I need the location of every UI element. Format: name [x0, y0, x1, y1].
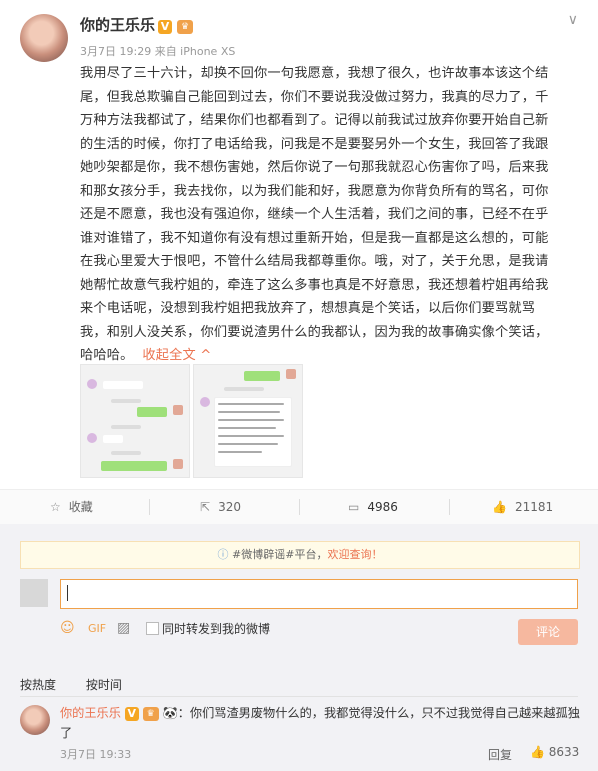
- author-badges: V ♛: [158, 16, 194, 35]
- vip-badge-icon: ♛: [177, 19, 194, 34]
- post-body: 我用尽了三十六计，却换不回你一句我愿意，我想了很久，也许故事本该这个结 尾，但我…: [80, 62, 580, 368]
- like-count: 21181: [514, 500, 554, 514]
- vip-badge-icon: ♛: [142, 706, 159, 721]
- gif-icon[interactable]: GIF: [88, 622, 106, 635]
- post-line-end: 哈哈哈。: [80, 348, 134, 363]
- notice-link[interactable]: 欢迎查询！: [327, 548, 382, 561]
- comment-button[interactable]: ▭ 4986: [348, 490, 398, 524]
- panda-icon: 🐼: [162, 706, 178, 720]
- share-icon: ⇱: [200, 500, 211, 514]
- verified-badge: V: [158, 19, 172, 34]
- thumbs-up-icon: 👍: [530, 745, 545, 759]
- post-line: 来个电话呢，没想到我柠姐把我放弃了，想想真是个笑话，以后你们要骂就骂: [80, 301, 536, 316]
- comment-sort-tabs: 按热度 按时间: [20, 676, 148, 693]
- comment-like-button[interactable]: 👍 8633: [530, 745, 579, 759]
- post-meta: 3月7日 19:29 来自 iPhone XS: [80, 45, 236, 58]
- tab-sort-time[interactable]: 按时间: [86, 678, 122, 692]
- post-line: 她吵架都是你，我不想伤害她，然后你说了一句那我就忍心伤害你了吗，后来我: [80, 160, 549, 175]
- collapse-text-link[interactable]: 收起全文 ^: [142, 348, 211, 363]
- post-action-bar: ☆ 收藏 ⇱ 320 ▭ 4986 👍 21181: [0, 489, 598, 525]
- repost-button[interactable]: ⇱ 320: [200, 490, 241, 524]
- author-avatar[interactable]: [20, 14, 68, 62]
- post-line: 我用尽了三十六计，却换不回你一句我愿意，我想了很久，也许故事本该这个结: [80, 66, 549, 81]
- forward-label: 同时转发到我的微博: [162, 622, 271, 636]
- post-line: 还是不愿意，我也没有强迫你，继续一个人生活着，我们之间的事，已经不在乎: [80, 207, 549, 222]
- verified-badge: V: [124, 706, 139, 721]
- like-button[interactable]: 👍 21181: [492, 490, 553, 524]
- info-icon: ⓘ: [217, 548, 229, 561]
- post-image-thumbnail[interactable]: [80, 364, 190, 478]
- comment-like-count: 8633: [548, 745, 580, 759]
- star-icon: ☆: [50, 500, 61, 514]
- post-line: 的生活的时候，你打了电话给我，问我是不是要娶另外一个女生，我回答了我跟: [80, 136, 549, 152]
- author-name[interactable]: 你的王乐乐: [80, 14, 155, 35]
- post-line: 谁对谁错了，我不知道你有没有想过重新开始，但是我一直都是这么想的，可能: [80, 230, 549, 246]
- chevron-down-icon[interactable]: ∨: [568, 12, 578, 28]
- post-line: 在我心里爱大于恨吧，不管什么结局我都尊重你。哦，对了，关于允思，是我请: [80, 254, 549, 269]
- commenter-avatar[interactable]: [20, 705, 50, 735]
- post-line: 尾，但我总欺骗自己能回到过去，你们不要说我没做过努力，我真的尽力了，千: [80, 89, 549, 105]
- emoji-icon[interactable]: ☺: [60, 620, 75, 636]
- repost-count: 320: [218, 500, 241, 514]
- post-line: 我，和别人没关系，你们要说渣男什么的我都认，因为我的故事确实像个笑话，: [80, 324, 549, 340]
- post-line: 她帮忙故意气我柠姐的，牵连了这么多事也真是不好意思，我还想着柠姐再给我: [80, 277, 549, 293]
- divider: [20, 696, 578, 697]
- post-image-thumbnail[interactable]: [193, 364, 303, 478]
- favorite-label: 收藏: [68, 500, 93, 514]
- text-caret: [67, 585, 68, 601]
- current-user-avatar: [20, 579, 48, 607]
- comment-item: 你的王乐乐 V ♛ 🐼：你们骂渣男废物什么的，我都觉得没什么，只不过我觉得自己越…: [60, 703, 580, 743]
- comment-count: 4986: [367, 500, 398, 514]
- forward-checkbox[interactable]: [146, 622, 159, 635]
- comment-time: 3月7日 19:33: [60, 748, 132, 761]
- image-icon[interactable]: ▨: [117, 620, 130, 636]
- rumor-notice-banner[interactable]: ⓘ #微博辟谣#平台，欢迎查询！: [20, 541, 580, 569]
- comment-icon: ▭: [348, 500, 360, 514]
- comment-input[interactable]: [60, 579, 578, 609]
- thumbs-up-icon: 👍: [492, 500, 507, 514]
- reply-button[interactable]: 回复: [488, 746, 512, 763]
- favorite-button[interactable]: ☆ 收藏: [50, 490, 93, 524]
- commenter-name[interactable]: 你的王乐乐: [60, 706, 121, 720]
- notice-text: #微博辟谣#平台，: [232, 548, 328, 561]
- tab-sort-hot[interactable]: 按热度: [20, 678, 56, 692]
- submit-comment-button[interactable]: 评论: [518, 619, 578, 645]
- post-line: 和那女孩分手，我去找你，以为我们能和好，我愿意为你背负所有的骂名，可你: [80, 183, 549, 199]
- post-line: 万种方法我都试了，结果你们也都看到了。记得以前我试过放弃你要开始自己新: [80, 113, 549, 128]
